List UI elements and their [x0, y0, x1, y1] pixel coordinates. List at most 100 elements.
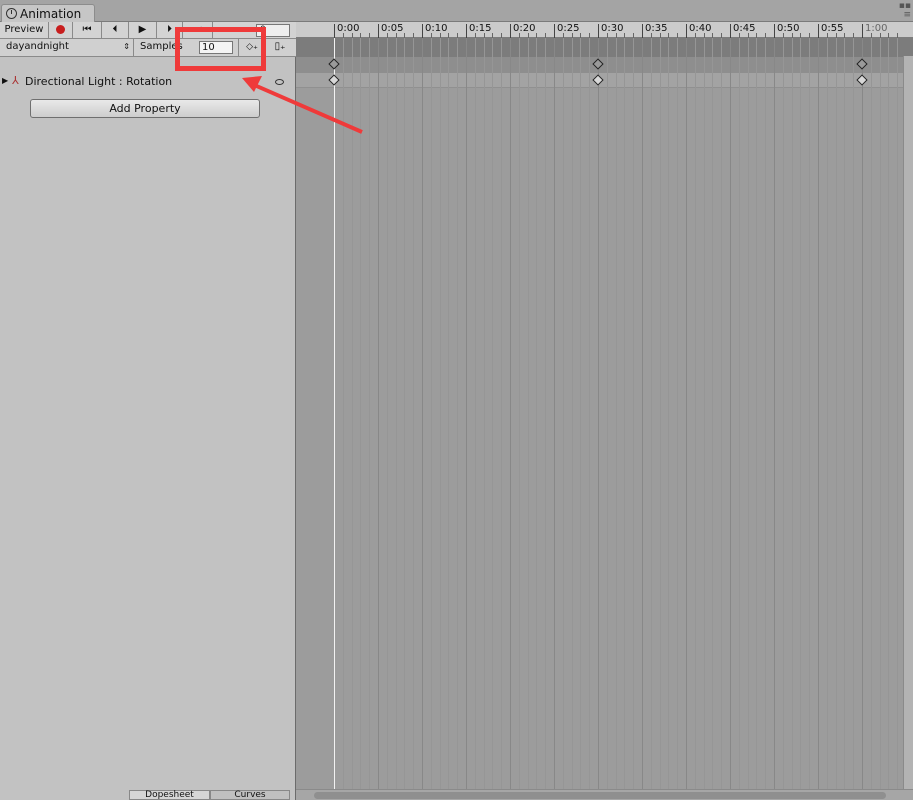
grid-subline [501, 38, 503, 798]
grid-subline [826, 38, 828, 798]
horizontal-scrollbar[interactable] [296, 789, 913, 800]
grid-line [642, 38, 643, 798]
ruler-tick-label: 0:45 [733, 23, 756, 34]
grid-subline [888, 38, 890, 798]
grid-subline [844, 38, 846, 798]
vertical-scrollbar[interactable] [903, 56, 913, 791]
grid-line [378, 38, 379, 798]
grid-subline [659, 38, 661, 798]
grid-subline [624, 38, 626, 798]
grid-subline [360, 38, 362, 798]
scrollbar-thumb[interactable] [314, 792, 886, 799]
grid-subline [853, 38, 855, 798]
grid-subline [413, 38, 415, 798]
ruler-tick-label: 1:00 [865, 23, 888, 34]
grid-subline [694, 38, 696, 798]
ruler-tick-label: 0:55 [821, 23, 844, 34]
property-label: Directional Light : Rotation [25, 75, 173, 88]
ruler-tick-label: 0:00 [337, 23, 360, 34]
grid-subline [721, 38, 723, 798]
grid-subline [782, 38, 784, 798]
play-icon: ▶ [138, 24, 147, 35]
expand-arrow-icon[interactable]: ▶ [2, 76, 8, 85]
ruler-tick [554, 24, 555, 38]
grid-subline [765, 38, 767, 798]
grid-line [730, 38, 731, 798]
grid-subline [791, 38, 793, 798]
grid-subline [571, 38, 573, 798]
time-ruler[interactable]: 0:00 0:05 0:10 0:15 0:20 0:25 0:30 0:35 0:40 0:45… [296, 22, 913, 38]
prev-key-button[interactable]: ⏴ [102, 22, 129, 39]
tab-animation[interactable]: Animation [1, 4, 95, 23]
grid-subline [386, 38, 388, 798]
ruler-tick [774, 24, 775, 38]
ruler-tick [598, 24, 599, 38]
clip-dropdown[interactable]: dayandnight ⇕ [0, 39, 134, 56]
grid-subline [879, 38, 881, 798]
clock-icon [6, 8, 17, 19]
grid-subline [483, 38, 485, 798]
grid-subline [738, 38, 740, 798]
grid-line [510, 38, 511, 798]
ruler-tick-label: 0:25 [557, 23, 580, 34]
record-icon [56, 25, 65, 34]
grid-subline [800, 38, 802, 798]
preview-button[interactable]: Preview [0, 22, 49, 39]
grid-line [686, 38, 687, 798]
grid-subline [342, 38, 344, 798]
playhead[interactable] [334, 38, 335, 798]
tab-dopesheet[interactable]: Dopesheet [129, 790, 210, 800]
window-menu-icon[interactable]: ▪▪ ≡ [899, 2, 911, 20]
ruler-tick [510, 24, 511, 38]
ruler-tick-label: 0:35 [645, 23, 668, 34]
ruler-tick [422, 24, 423, 38]
first-key-button[interactable]: ⏮ [73, 22, 102, 39]
grid-subline [527, 38, 529, 798]
grid-subline [448, 38, 450, 798]
grid-subline [518, 38, 520, 798]
grid-subline [870, 38, 872, 798]
prev-key-icon: ⏴ [112, 24, 118, 35]
grid-subline [606, 38, 608, 798]
grid-subline [395, 38, 397, 798]
grid-line [818, 38, 819, 798]
dropdown-arrows-icon: ⇕ [123, 42, 130, 51]
ruler-tick-label: 0:40 [689, 23, 712, 34]
grid-line [774, 38, 775, 798]
grid-line [422, 38, 423, 798]
play-button[interactable]: ▶ [129, 22, 157, 39]
ruler-tick-label: 0:20 [513, 23, 536, 34]
annotation-arrow-icon [242, 76, 363, 134]
tab-title: Animation [20, 7, 82, 21]
ruler-tick [378, 24, 379, 38]
grid-subline [404, 38, 406, 798]
grid-subline [562, 38, 564, 798]
grid-subline [615, 38, 617, 798]
grid-subline [369, 38, 371, 798]
ruler-tick [686, 24, 687, 38]
tab-curves[interactable]: Curves [210, 790, 290, 800]
grid-subline [492, 38, 494, 798]
add-property-button[interactable]: Add Property [30, 99, 260, 118]
ruler-tick-label: 0:50 [777, 23, 800, 34]
grid-subline [677, 38, 679, 798]
add-event-icon: ▯₊ [274, 41, 286, 52]
transform-icon: ⅄ [12, 74, 19, 87]
grid-subline [457, 38, 459, 798]
ruler-tick [642, 24, 643, 38]
grid-subline [897, 38, 899, 798]
grid-subline [835, 38, 837, 798]
grid-subline [474, 38, 476, 798]
grid-subline [712, 38, 714, 798]
first-key-icon: ⏮ [82, 24, 92, 35]
timeline-panel[interactable]: 0:00 0:05 0:10 0:15 0:20 0:25 0:30 0:35 0:40 0:45… [296, 22, 913, 800]
ruler-tick [730, 24, 731, 38]
ruler-tick [862, 24, 863, 38]
ruler-tick [818, 24, 819, 38]
grid-subline [650, 38, 652, 798]
grid-line [862, 38, 863, 798]
ruler-tick-label: 0:10 [425, 23, 448, 34]
add-event-button[interactable]: ▯₊ [268, 39, 292, 56]
record-button[interactable] [49, 22, 73, 39]
ruler-tick [466, 24, 467, 38]
